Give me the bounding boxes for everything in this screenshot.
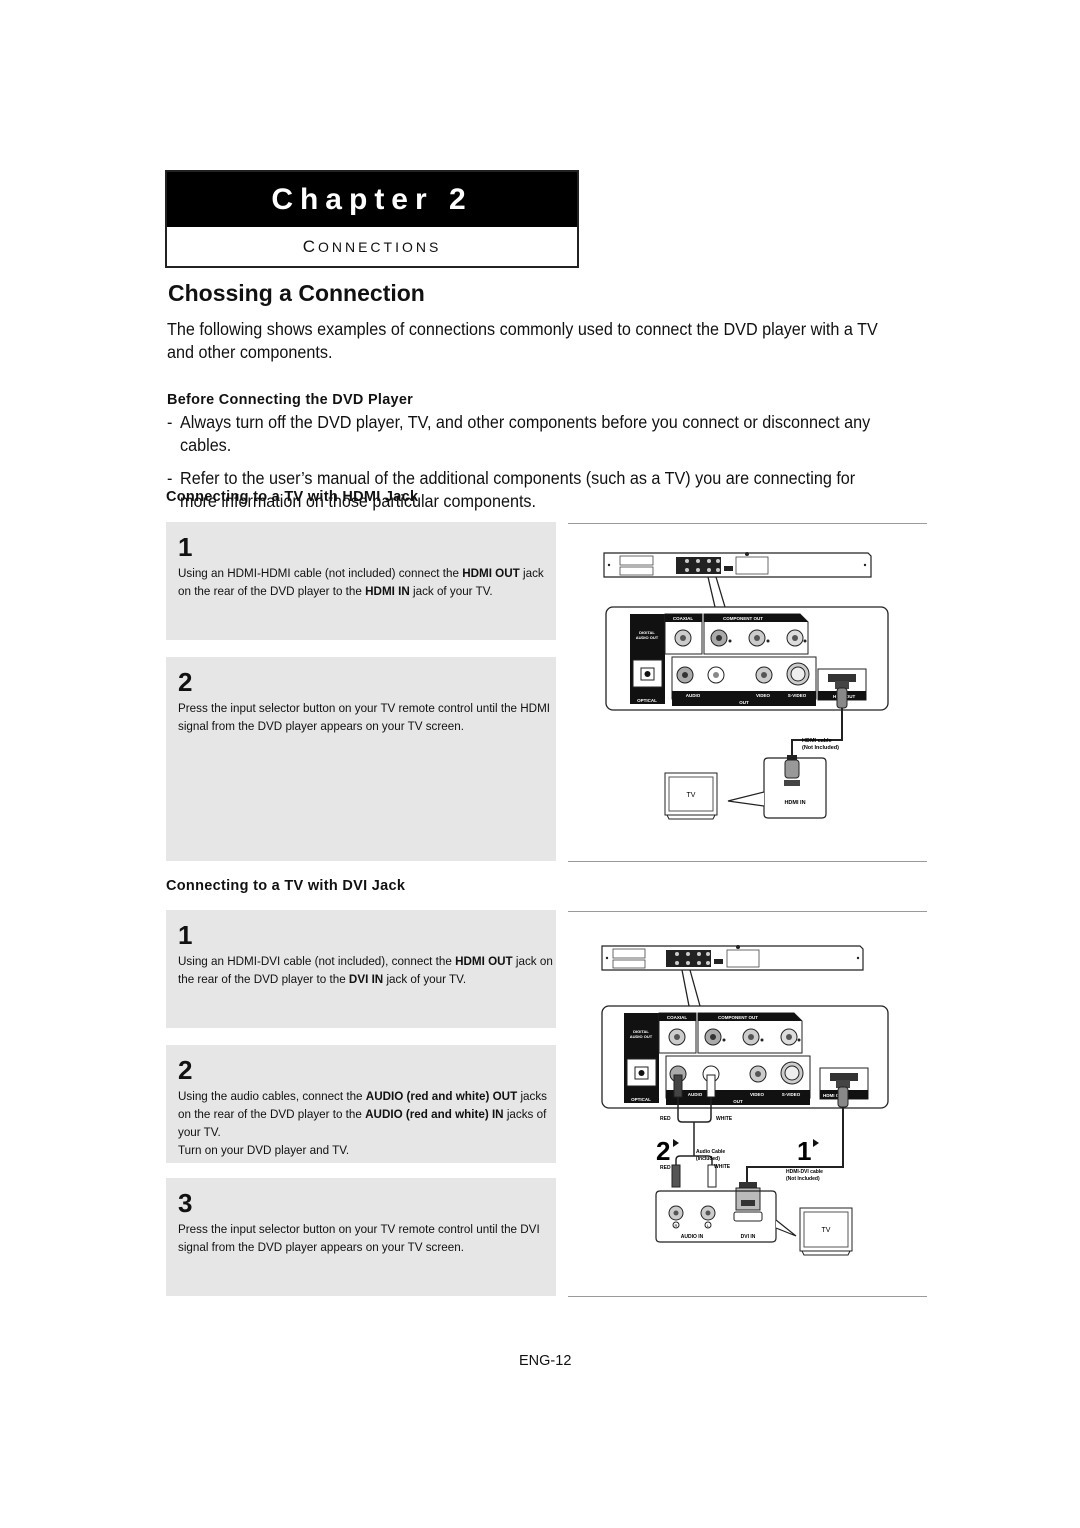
tv-icon: TV [799,1207,853,1256]
divider [568,861,927,862]
before-connecting-heading: Before Connecting the DVD Player [167,392,414,408]
page-number: ENG-12 [519,1353,572,1369]
dvi-step-2: 2 Using the audio cables, connect the AU… [166,1045,556,1163]
step-text: Using an HDMI-HDMI cable (not included) … [178,566,544,598]
dvi-in-label: DVI IN [741,1234,756,1240]
hdmi-step-2: 2 Press the input selector button on you… [166,657,556,861]
svg-text:AUDIO: AUDIO [688,1092,703,1097]
svg-text:COMPONENT OUT: COMPONENT OUT [723,616,763,621]
dvd-player-rear-icon [603,552,872,578]
svg-text:OUT: OUT [739,700,749,705]
hdmi-cable-label: HDMI cable [802,738,832,744]
hdmi-step-1: 1 Using an HDMI-HDMI cable (not included… [166,522,556,640]
audio-in-jacks: R L [668,1205,716,1229]
step-number: 2 [178,667,193,697]
divider [568,911,927,912]
dvi-step-1: 1 Using an HDMI-DVI cable (not included)… [166,910,556,1028]
svg-text:TV: TV [822,1227,831,1234]
step-text: Using an HDMI-DVI cable (not included), … [178,954,553,986]
svg-text:S-VIDEO: S-VIDEO [782,1092,801,1097]
audio-in-label: AUDIO IN [681,1234,704,1240]
step-number: 1 [178,920,193,950]
svg-text:VIDEO: VIDEO [750,1092,765,1097]
svg-text:OUT: OUT [733,1099,743,1104]
audio-cable-note: (Included) [696,1156,720,1162]
dvi-cable-note: (Not Included) [786,1176,820,1182]
svg-text:VIDEO: VIDEO [756,693,771,698]
dvi-section-heading: Connecting to a TV with DVI Jack [166,878,406,894]
step-number: 3 [178,1188,193,1218]
svg-text:TV: TV [687,792,696,799]
dvi-step-3: 3 Press the input selector button on you… [166,1178,556,1296]
step-marker-2: 2 [656,1136,670,1166]
svg-text:WHITE: WHITE [716,1116,733,1122]
divider [568,1296,927,1297]
svg-text:R: R [675,1223,678,1228]
step-text: Press the input selector button on your … [178,701,551,733]
svg-text:S-VIDEO: S-VIDEO [788,693,807,698]
intro-paragraph: The following shows examples of connecti… [167,319,878,362]
dvi-cable-label: HDMI-DVI cable [786,1169,823,1175]
step-marker-1: 1 [797,1136,811,1166]
svg-text:AUDIO OUT: AUDIO OUT [636,635,659,640]
step-number: 2 [178,1055,193,1085]
dvi-port-icon [733,1211,763,1222]
step-text: Using the audio cables, connect the AUDI… [178,1089,547,1157]
step-number: 1 [178,532,193,562]
svg-text:OPTICAL: OPTICAL [637,698,657,703]
audio-cable-label: Audio Cable [696,1149,725,1155]
dvd-player-rear-icon [601,945,864,971]
svg-text:OPTICAL: OPTICAL [631,1097,651,1102]
hdmi-cable-note: (Not Included) [802,745,839,751]
svg-text:COMPONENT OUT: COMPONENT OUT [718,1015,758,1020]
svg-text:COAXIAL: COAXIAL [673,616,694,621]
divider [568,523,927,524]
bullet-item: - Always turn off the DVD player, TV, and… [167,412,871,455]
step-text: Press the input selector button on your … [178,1222,540,1254]
hdmi-in-label: HDMI IN [784,800,805,806]
svg-text:AUDIO OUT: AUDIO OUT [630,1034,653,1039]
svg-text:AUDIO: AUDIO [686,693,701,698]
tv-icon: TV [664,772,718,820]
svg-text:WHITE: WHITE [714,1164,731,1170]
chapter-label: Chapter 2 [167,172,577,227]
svg-text:COAXIAL: COAXIAL [667,1015,688,1020]
hdmi-section-heading: Connecting to a TV with HDMI Jack [166,489,419,505]
svg-text:RED: RED [660,1116,671,1122]
hdmi-connection-diagram: DIGITAL AUDIO OUT OPTICAL COAXIAL COMPON… [603,552,889,820]
play-arrow-icon [813,1139,819,1147]
play-arrow-icon [673,1139,679,1147]
chapter-header: Chapter 2 CONNECTIONS [165,170,579,268]
page-title: Chossing a Connection [168,280,425,306]
chapter-subtitle: CONNECTIONS [302,237,442,256]
dvi-connection-diagram: DIGITAL AUDIO OUT OPTICAL COAXIAL COMPON… [601,945,889,1256]
